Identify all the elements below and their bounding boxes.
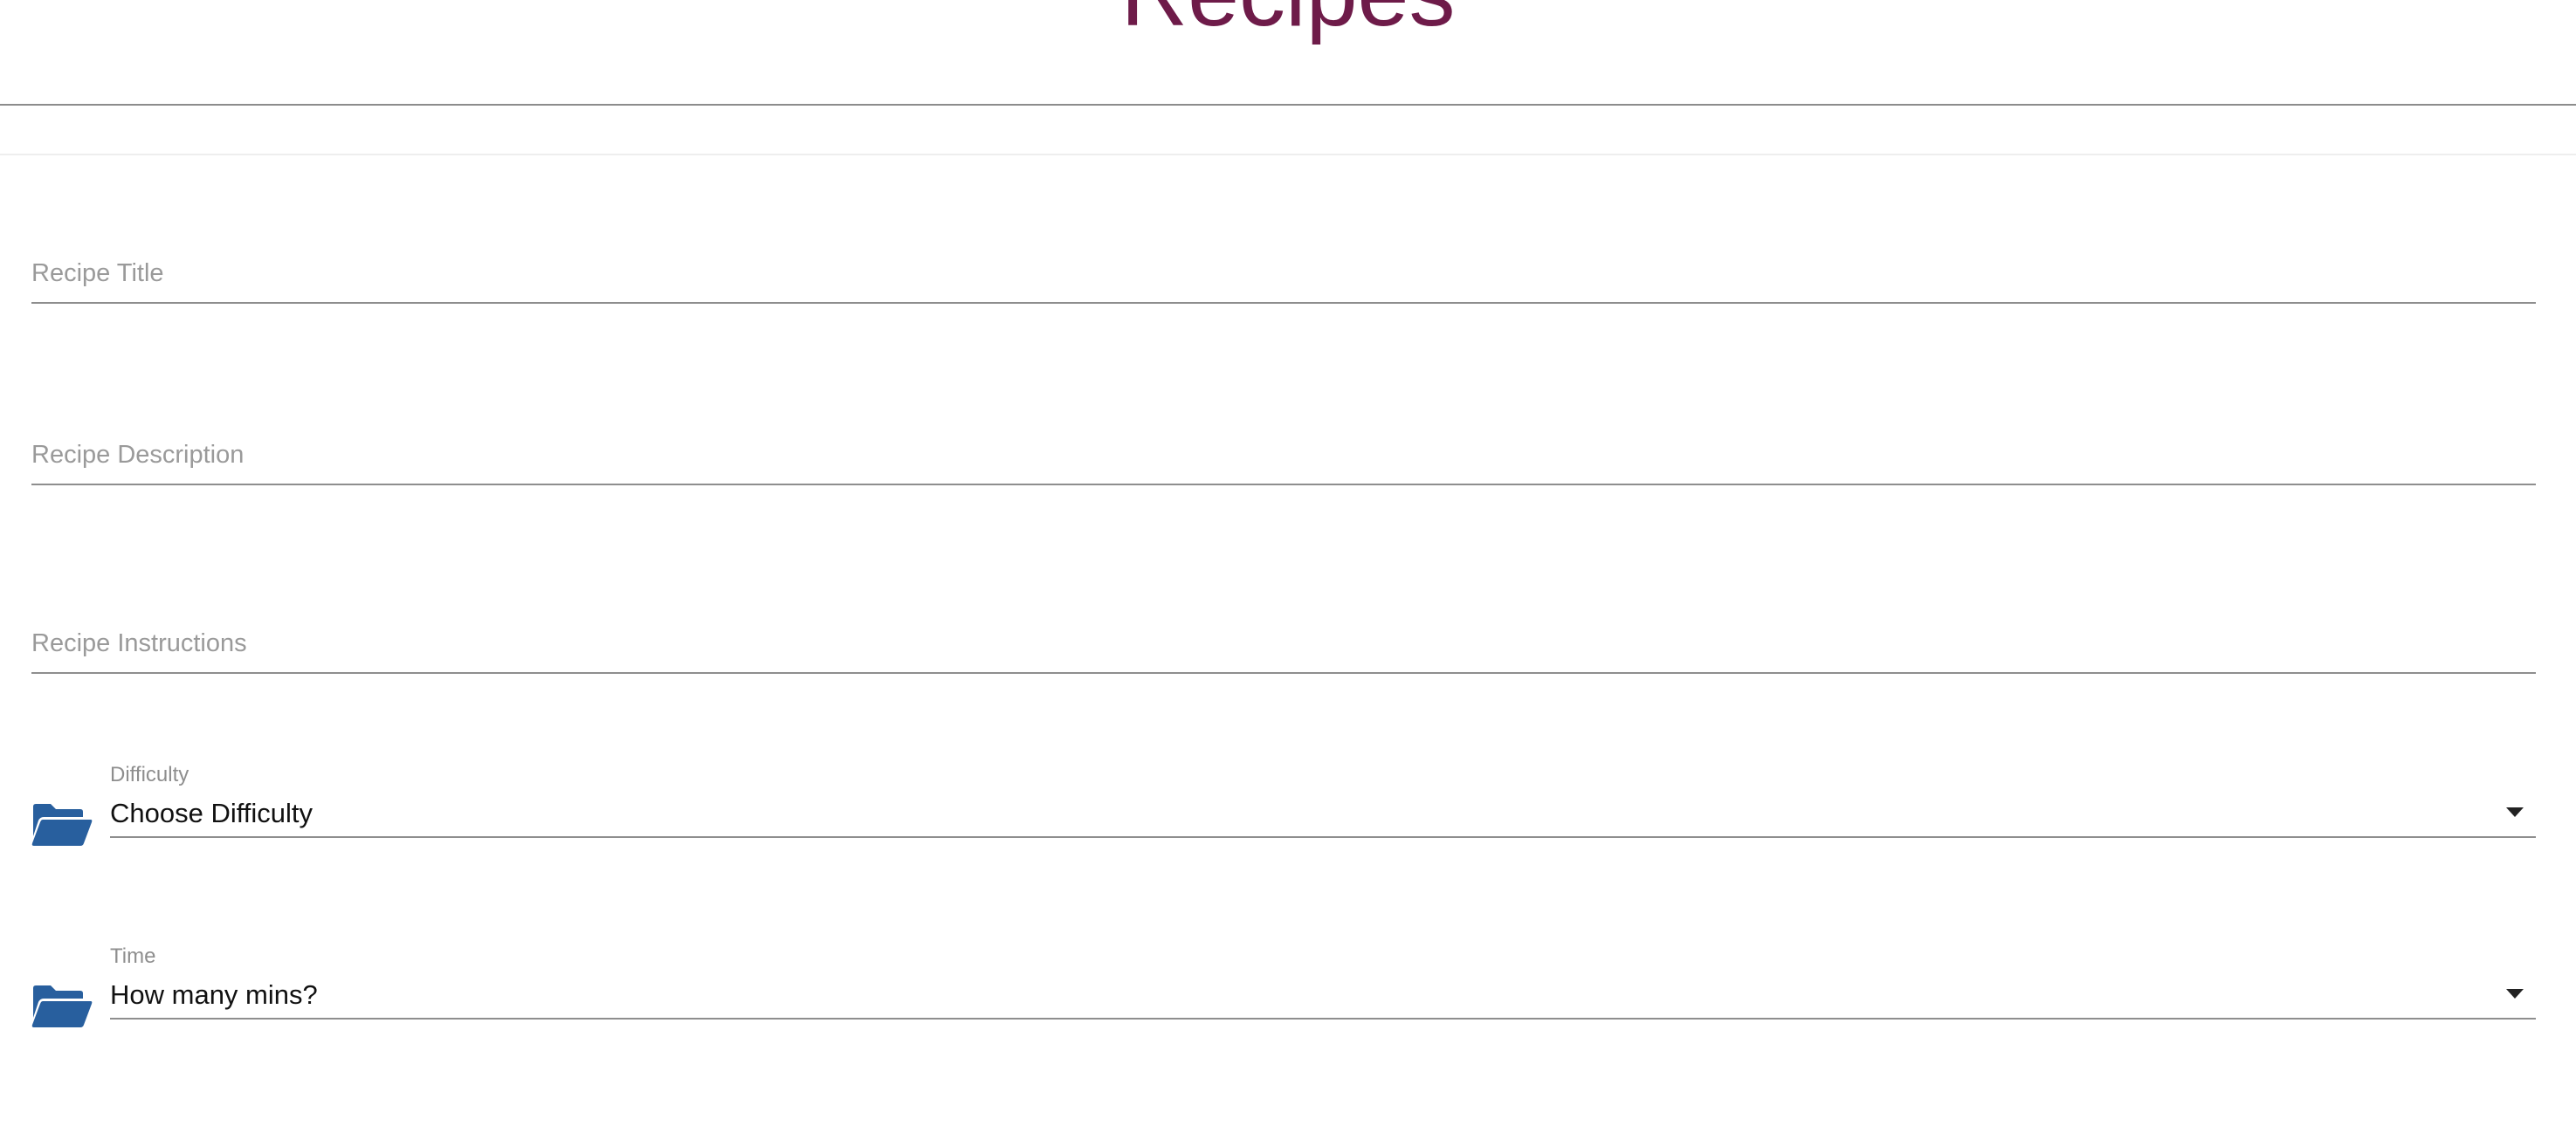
difficulty-label: Difficulty bbox=[110, 763, 189, 786]
chevron-down-icon[interactable] bbox=[2506, 807, 2524, 817]
recipe-description-field[interactable] bbox=[31, 426, 2536, 485]
recipe-instructions-field[interactable] bbox=[31, 614, 2536, 674]
difficulty-selected-value: Choose Difficulty bbox=[110, 798, 313, 828]
time-select[interactable]: How many mins? bbox=[110, 967, 2536, 1020]
recipe-title-input[interactable] bbox=[31, 244, 2536, 302]
recipe-instructions-input[interactable] bbox=[31, 614, 2536, 672]
time-label: Time bbox=[110, 944, 156, 968]
difficulty-select-row: Difficulty Choose Difficulty bbox=[31, 759, 2536, 864]
time-select-row: Time How many mins? bbox=[31, 941, 2536, 1046]
page-title: Recipes bbox=[0, 0, 2576, 40]
chevron-down-icon[interactable] bbox=[2506, 989, 2524, 999]
time-selected-value: How many mins? bbox=[110, 979, 318, 1010]
difficulty-select[interactable]: Choose Difficulty bbox=[110, 786, 2536, 838]
recipe-title-field[interactable] bbox=[31, 244, 2536, 304]
subheader-bar bbox=[0, 106, 2576, 155]
page: Recipes Difficulty Choose Difficulty bbox=[0, 0, 2576, 1126]
folder-open-icon bbox=[31, 985, 93, 1028]
header: Recipes bbox=[0, 0, 2576, 106]
folder-open-icon bbox=[31, 803, 93, 847]
recipe-description-input[interactable] bbox=[31, 426, 2536, 484]
